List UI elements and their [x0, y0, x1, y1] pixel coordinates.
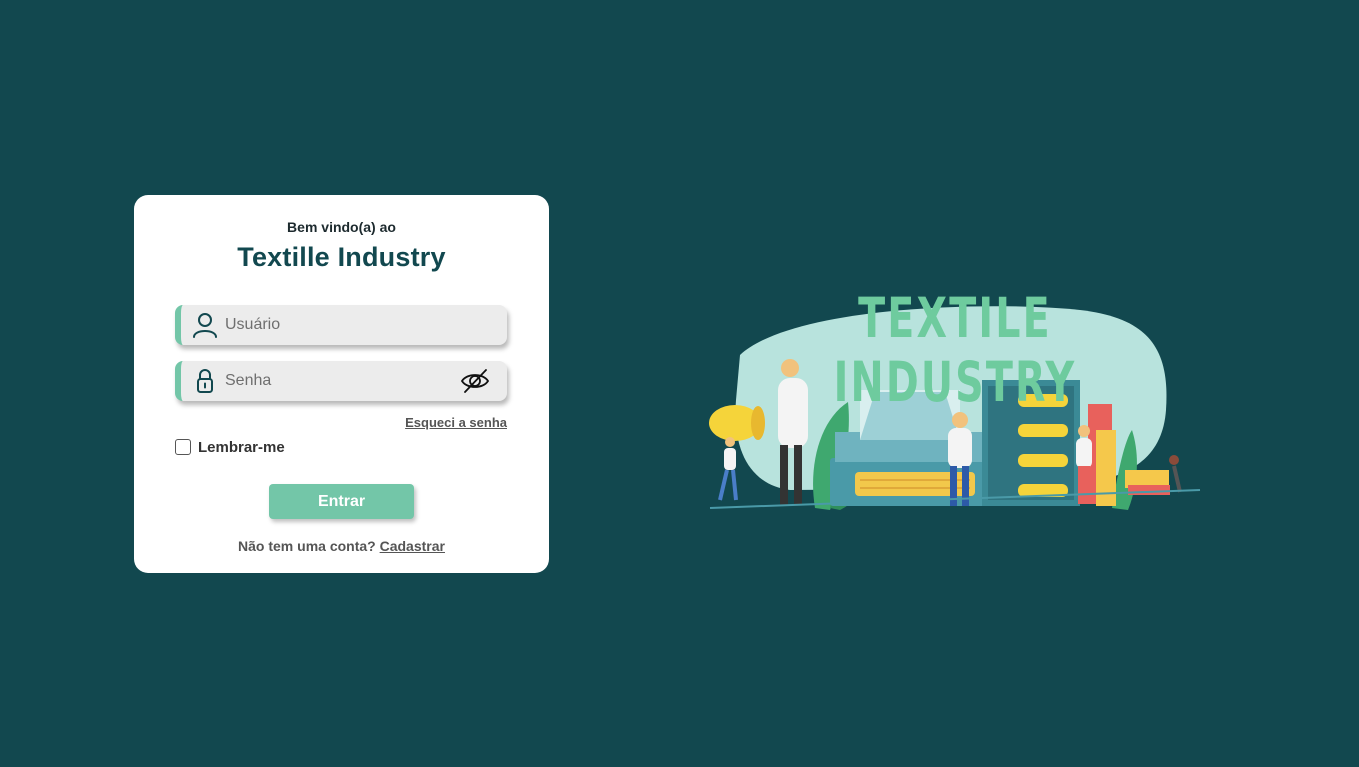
remember-me-label[interactable]: Lembrar-me: [198, 439, 285, 456]
login-card: Bem vindo(a) ao Textille Industry Esquec…: [134, 195, 549, 573]
lock-icon: [197, 369, 213, 393]
signup-prompt: Não tem uma conta?: [238, 538, 376, 554]
user-icon: [193, 313, 217, 338]
signup-link[interactable]: Cadastrar: [380, 538, 445, 554]
login-button[interactable]: Entrar: [269, 484, 414, 519]
welcome-text: Bem vindo(a) ao: [287, 219, 396, 235]
illustration-title: TEXTILE INDUSTRY: [833, 286, 1077, 414]
password-input[interactable]: [225, 361, 445, 401]
remember-me-checkbox[interactable]: [175, 439, 191, 455]
login-title: Textille Industry: [237, 242, 446, 272]
username-input[interactable]: [225, 305, 445, 345]
remember-me: Lembrar-me: [175, 438, 285, 456]
forgot-password-link[interactable]: Esqueci a senha: [405, 415, 507, 430]
signup-row: Não tem uma conta? Cadastrar: [134, 538, 549, 554]
textile-illustration: TEXTILE INDUSTRY: [700, 280, 1210, 520]
username-field-wrapper: [175, 305, 507, 345]
password-field-wrapper: [175, 361, 507, 401]
eye-off-icon[interactable]: [459, 365, 491, 397]
